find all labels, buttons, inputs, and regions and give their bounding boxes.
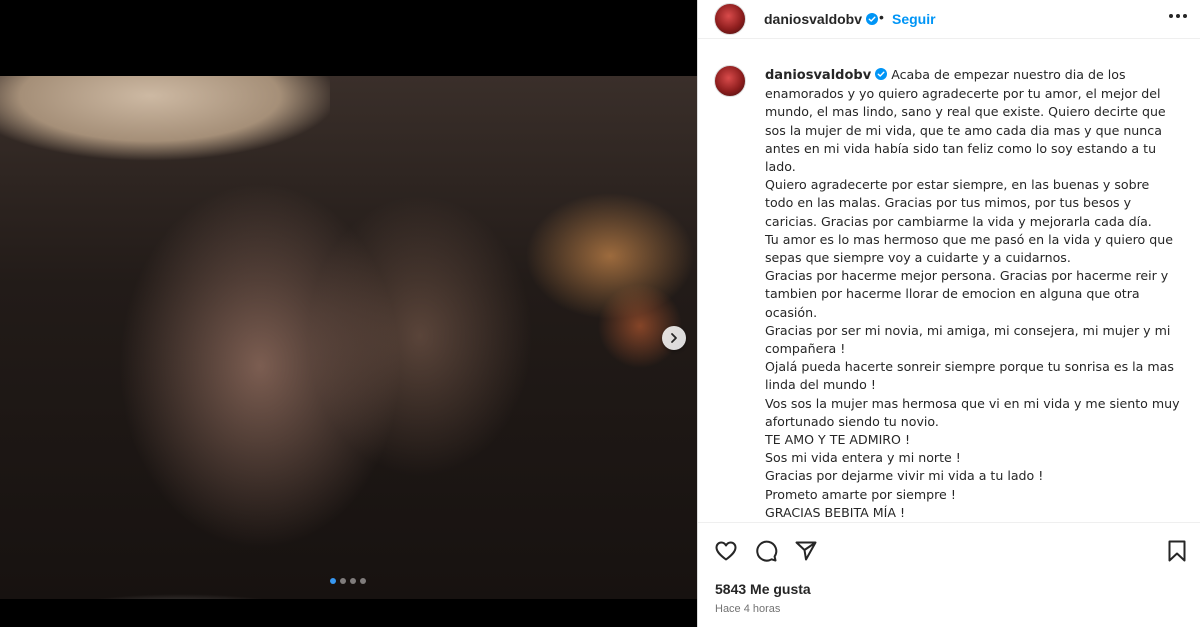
share-icon[interactable]: [794, 539, 818, 563]
heart-icon[interactable]: [714, 539, 738, 563]
caption-line: Gracias por hacerme mejor persona. Graci…: [765, 268, 1169, 320]
caption-line: Vos sos la mujer mas hermosa que vi en m…: [765, 395, 1180, 429]
caption-line: Sos mi vida entera y mi norte !: [765, 450, 961, 466]
carousel-dot: [350, 578, 356, 584]
more-options-icon[interactable]: [1169, 8, 1187, 24]
avatar[interactable]: [714, 3, 746, 35]
chevron-right-icon: [671, 333, 677, 343]
caption-line: Ojalá pueda hacerte sonreir siempre porq…: [765, 359, 1174, 393]
username-text[interactable]: daniosvaldobv: [764, 11, 862, 27]
carousel-dot: [340, 578, 346, 584]
caption-line: TE AMO Y TE ADMIRO !: [765, 432, 911, 448]
post-media: [0, 0, 697, 627]
caption-line: Tu amor es lo mas hermoso que me pasó en…: [765, 231, 1173, 266]
bookmark-icon[interactable]: [1165, 539, 1189, 563]
separator-dot: •: [879, 9, 884, 25]
caption-username[interactable]: daniosvaldobv: [765, 68, 888, 83]
post-photo[interactable]: [0, 76, 697, 599]
caption: daniosvaldobv Acaba de empezar nuestro d…: [765, 66, 1180, 522]
post-footer: 5843 Me gusta Hace 4 horas: [698, 522, 1200, 627]
post-timestamp[interactable]: Hace 4 horas: [715, 603, 780, 615]
caption-avatar[interactable]: [714, 65, 746, 97]
caption-line: Prometo amarte por siempre !: [765, 486, 956, 502]
comment-icon[interactable]: [754, 539, 778, 563]
header-username[interactable]: daniosvaldobv: [764, 11, 879, 27]
caption-line: Gracias por ser mi novia, mi amiga, mi c…: [765, 322, 1171, 357]
caption-area: daniosvaldobv Acaba de empezar nuestro d…: [698, 52, 1200, 522]
caption-line: Gracias por dejarme vivir mi vida a tu l…: [765, 468, 1044, 484]
photo-hat-region: [0, 76, 330, 196]
carousel-dot: [360, 578, 366, 584]
verified-badge-icon: [875, 68, 888, 80]
caption-line: Quiero agradecerte por estar siempre, en…: [765, 177, 1152, 229]
caption-text: Acaba de empezar nuestro dia de los enam…: [765, 67, 1166, 175]
caption-username-text[interactable]: daniosvaldobv: [765, 68, 871, 83]
caption-line-0: daniosvaldobv Acaba de empezar nuestro d…: [765, 66, 1180, 176]
likes-count[interactable]: 5843 Me gusta: [715, 581, 811, 597]
post-header: daniosvaldobv • Seguir: [698, 0, 1200, 39]
carousel-indicator: [330, 578, 366, 584]
verified-badge-icon: [866, 13, 879, 25]
caption-line: GRACIAS BEBITA MÍA !: [765, 504, 906, 520]
carousel-next-button[interactable]: [662, 326, 686, 350]
action-bar: [714, 539, 818, 563]
post-side-panel: daniosvaldobv • Seguir daniosvaldobv Aca…: [697, 0, 1200, 627]
follow-button[interactable]: Seguir: [892, 11, 936, 27]
carousel-dot: [330, 578, 336, 584]
